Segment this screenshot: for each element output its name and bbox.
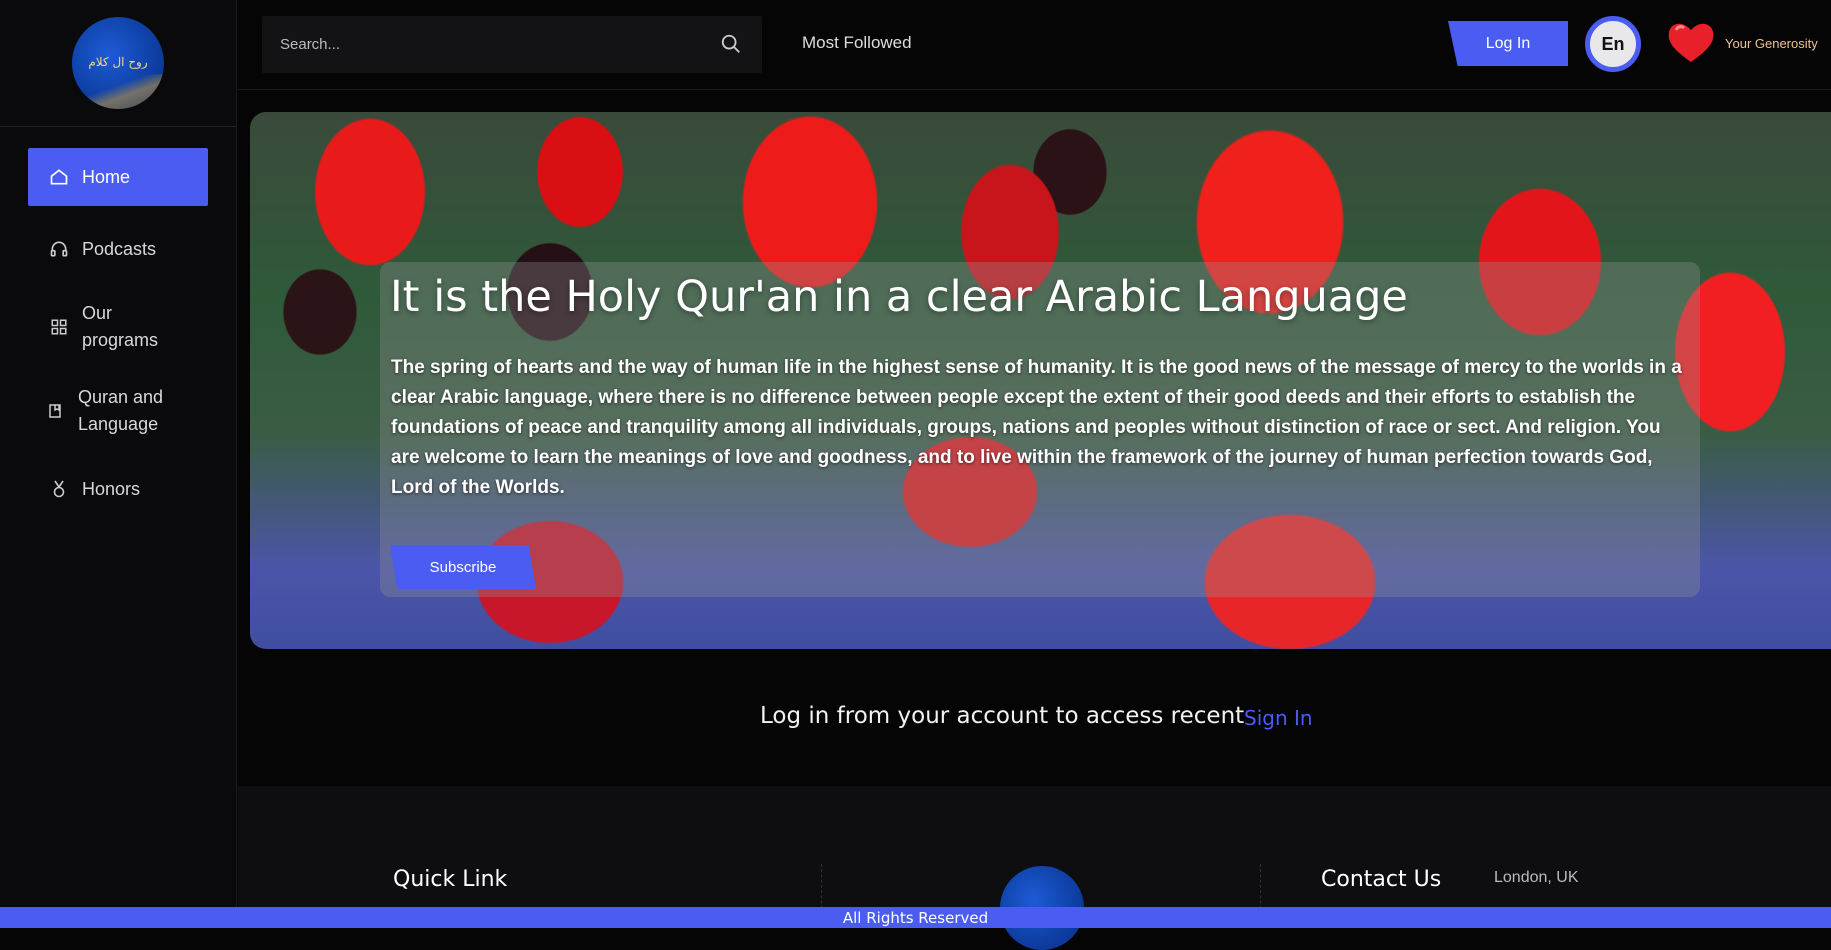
sign-in-link[interactable]: Sign In [1244, 706, 1313, 730]
headphones-icon [48, 238, 70, 260]
sidebar-item-label: Honors [82, 478, 141, 499]
sidebar-nav: Home Podcasts Our programs Quran and Lan… [0, 127, 236, 518]
sidebar-item-home[interactable]: Home [28, 148, 208, 206]
sidebar-item-label: Home [82, 166, 131, 187]
search-input[interactable] [262, 16, 702, 73]
book-icon [48, 400, 62, 422]
contact-location: London, UK [1494, 869, 1579, 886]
top-bar: Most Followed Log In En Your Generosity [238, 0, 1831, 90]
sidebar-item-honors[interactable]: Honors [28, 460, 208, 518]
medal-icon [48, 478, 70, 500]
sidebar-item-podcasts[interactable]: Podcasts [28, 220, 208, 278]
sidebar-item-our-programs[interactable]: Our programs [28, 292, 208, 362]
sidebar-item-label: Our programs [82, 303, 159, 350]
logo-area: روح ال كلام [0, 0, 236, 127]
sidebar-item-label: Podcasts [82, 238, 157, 259]
brand-logo[interactable]: روح ال كلام [72, 17, 164, 109]
contact-heading: Contact Us [1321, 867, 1442, 892]
copyright-bar: All Rights Reserved [0, 907, 1831, 928]
sidebar-item-label: Quran and Language [78, 387, 164, 434]
hero-description: The spring of hearts and the way of huma… [391, 357, 1682, 498]
login-button[interactable]: Log In [1448, 21, 1568, 66]
grid-icon [48, 316, 70, 338]
most-followed-link[interactable]: Most Followed [802, 33, 912, 53]
home-icon [48, 166, 70, 188]
language-toggle[interactable]: En [1585, 16, 1641, 72]
generosity-link[interactable]: Your Generosity [1725, 36, 1818, 51]
quick-link-heading: Quick Link [393, 867, 508, 892]
hero-title: It is the Holy Qur'an in a clear Arabic … [390, 272, 1408, 322]
logo-text: روح ال كلام [88, 55, 148, 69]
search-icon[interactable] [720, 33, 742, 59]
sidebar-item-quran-and-language[interactable]: Quran and Language [28, 376, 208, 446]
copyright-text: All Rights Reserved [842, 909, 989, 927]
hero-banner: It is the Holy Qur'an in a clear Arabic … [250, 112, 1831, 649]
subscribe-button[interactable]: Subscribe [390, 545, 536, 589]
heart-icon[interactable] [1666, 20, 1716, 68]
access-prompt: Log in from your account to access recen… [760, 703, 1245, 729]
search-box [262, 16, 762, 73]
sidebar: روح ال كلام Home Podcasts Our programs Q… [0, 0, 237, 928]
